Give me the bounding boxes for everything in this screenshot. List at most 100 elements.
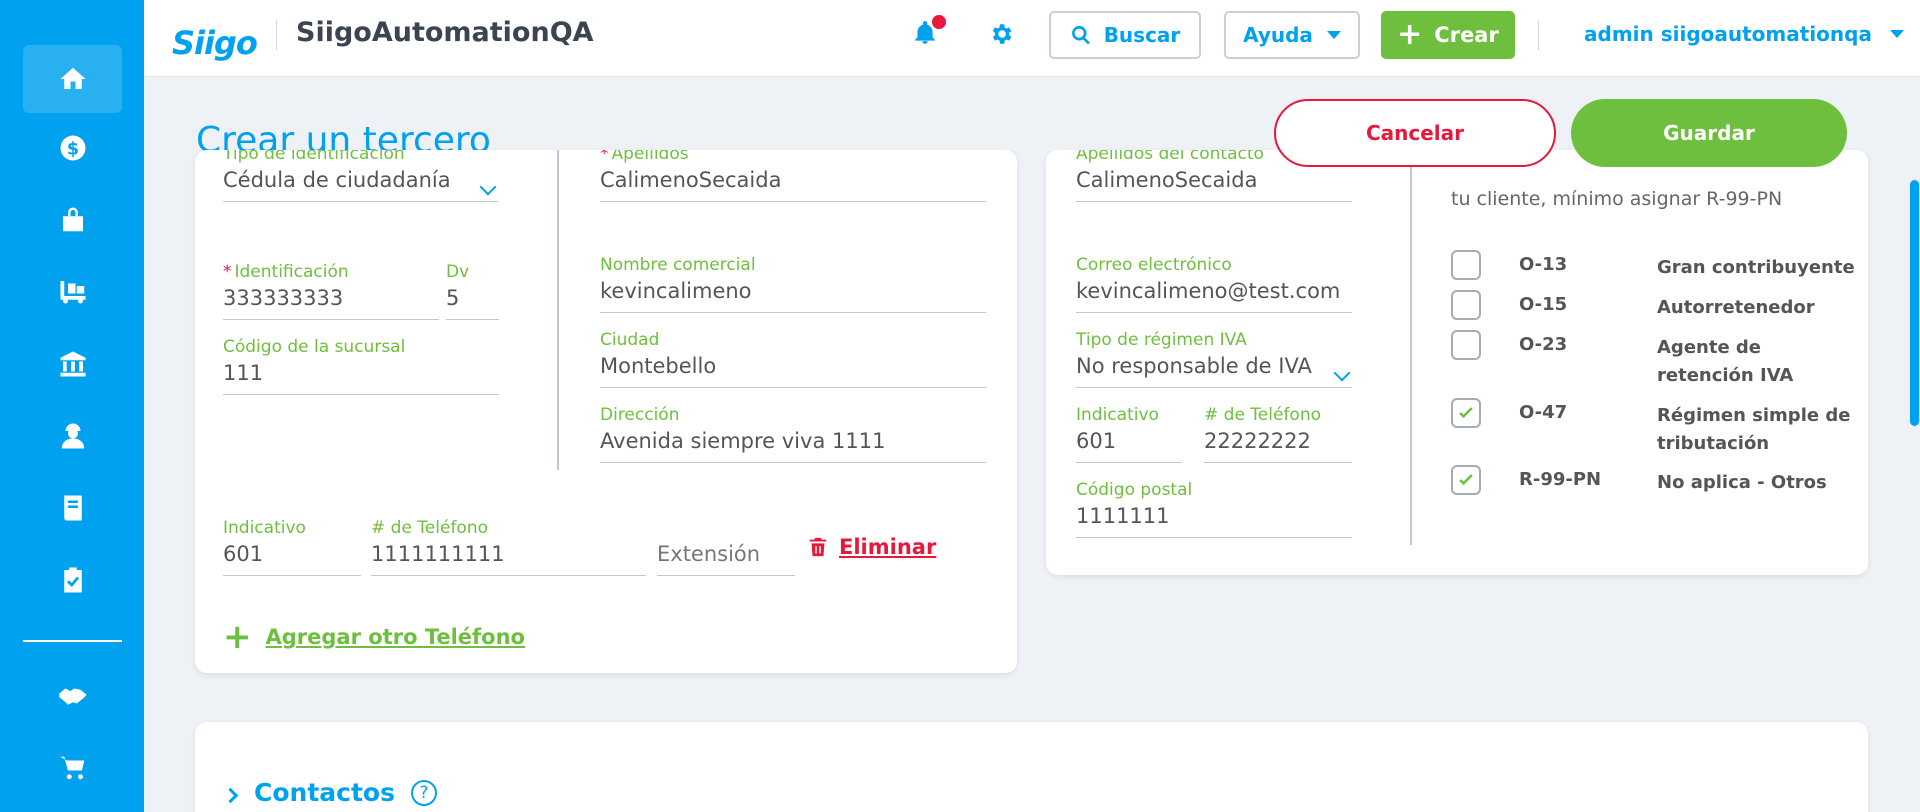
sidebar-item-accounting[interactable] [23,474,122,542]
phone-prefix-field[interactable]: Indicativo 601 [223,518,361,576]
responsibility-checkbox[interactable] [1451,290,1481,320]
responsibility-desc: No aplica - Otros [1657,472,1827,493]
responsibility-code: O-15 [1519,294,1568,315]
cancel-button[interactable]: Cancelar [1274,99,1556,167]
responsibility-checkbox[interactable] [1451,330,1481,360]
phone-prefix-label: Indicativo [223,518,306,538]
sidebar-item-home[interactable] [23,45,122,113]
sidebar-item-sales[interactable] [23,186,122,254]
check-icon [1459,407,1473,419]
responsibility-code: O-13 [1519,254,1568,275]
contact-info-card: Apellidos del contacto CalimenoSecaida C… [1046,150,1868,575]
sidebar-item-reports[interactable] [23,546,122,614]
identification-field[interactable]: * Identificación 333333333 [223,262,439,320]
sidebar-item-inventory[interactable] [23,257,122,325]
search-button[interactable]: Buscar [1049,11,1201,59]
sidebar-item-store[interactable] [23,734,122,802]
user-name: admin siigoautomationqa [1584,22,1872,46]
address-value: Avenida siempre viva 1111 [600,429,986,463]
responsibility-desc: Gran contribuyente [1657,257,1855,278]
branch-code-field[interactable]: Código de la sucursal 111 [223,337,499,395]
phone-number-field[interactable]: # de Teléfono 1111111111 [371,518,646,576]
postal-code-label: Código postal [1076,480,1193,500]
notifications-button[interactable] [912,15,946,50]
sidebar-item-partners[interactable] [23,662,122,730]
home-icon [60,67,85,89]
logo-text: Siigo [172,24,258,62]
chevron-down-icon [1333,364,1351,382]
address-field[interactable]: Dirección Avenida siempre viva 1111 [600,405,986,463]
top-separator [276,20,277,50]
third-party-info-card: Tipo de identificación Cédula de ciudada… [195,150,1017,673]
branch-code-label: Código de la sucursal [223,337,406,357]
last-names-label: * Apellidos [600,150,689,164]
dv-field[interactable]: Dv 5 [446,262,499,320]
responsibility-code: R-99-PN [1519,469,1602,490]
extension-value: Extensión [657,542,795,576]
plus-icon: + [223,617,252,657]
identification-value: 333333333 [223,286,439,320]
contact-phone-number-field[interactable]: # de Teléfono 22222222 [1204,405,1352,463]
vat-regime-value: No responsable de IVA [1076,354,1352,388]
email-field[interactable]: Correo electrónico kevincalimeno@test.co… [1076,255,1352,313]
responsibility-checkbox[interactable] [1451,465,1481,495]
city-field[interactable]: Ciudad Montebello [600,330,986,388]
contacts-section: Contactos ? [195,722,1868,812]
user-menu[interactable]: admin siigoautomationqa [1584,22,1904,46]
sidebar: $ [0,0,144,812]
chevron-down-icon [1889,30,1904,38]
trash-icon [809,537,827,557]
responsibility-checkbox[interactable] [1451,250,1481,280]
worker-icon [61,423,84,449]
sidebar-divider [23,640,122,642]
sidebar-item-banks[interactable] [23,330,122,398]
contact-phone-prefix-field[interactable]: Indicativo 601 [1076,405,1182,463]
siigo-logo[interactable]: Siigo [172,12,258,62]
column-divider [1410,150,1412,545]
save-button[interactable]: Guardar [1571,99,1847,167]
add-phone-button[interactable]: + Agregar otro Teléfono [223,620,525,654]
last-names-field[interactable]: * Apellidos CalimenoSecaida [600,150,986,202]
contacts-toggle[interactable]: Contactos ? [222,778,437,807]
responsibility-code: O-47 [1519,402,1568,423]
add-phone-label: Agregar otro Teléfono [265,625,525,649]
handshake-icon [58,688,87,705]
create-button[interactable]: + Crear [1381,11,1515,59]
vat-regime-select[interactable]: Tipo de régimen IVA No responsable de IV… [1076,330,1352,388]
id-type-select[interactable]: Tipo de identificación Cédula de ciudada… [223,150,498,202]
notification-badge [932,15,946,29]
settings-button[interactable] [988,21,1016,49]
scrollbar-thumb[interactable] [1910,180,1919,426]
svg-text:$: $ [66,139,78,159]
bank-icon [60,351,85,377]
chevron-down-icon [1326,31,1341,39]
sidebar-item-finance[interactable]: $ [23,114,122,182]
last-names-value: CalimenoSecaida [600,168,986,202]
contact-phone-number-value: 22222222 [1204,429,1352,463]
sidebar-item-payroll[interactable] [23,402,122,470]
forklift-icon [60,281,85,304]
phone-number-label: # de Teléfono [371,518,488,538]
extension-field[interactable]: Extensión [657,518,795,576]
responsibility-desc: Agente de retención IVA [1657,337,1794,386]
dollar-icon: $ [60,135,85,161]
phone-number-value: 1111111111 [371,542,646,576]
book-icon [63,495,82,521]
help-dropdown[interactable]: Ayuda [1224,11,1360,59]
shopping-bag-icon [62,207,83,232]
search-icon [1071,25,1090,45]
email-label: Correo electrónico [1076,255,1232,275]
contacts-title: Contactos [254,778,395,807]
column-divider [557,150,559,470]
trade-name-field[interactable]: Nombre comercial kevincalimeno [600,255,986,313]
postal-code-field[interactable]: Código postal 1111111 [1076,480,1352,538]
responsibility-checkbox[interactable] [1451,398,1481,428]
help-icon[interactable]: ? [410,779,437,806]
delete-phone-button[interactable]: Eliminar [807,535,936,559]
responsibility-desc: Autorretenedor [1657,297,1815,318]
dv-value: 5 [446,286,499,320]
id-type-value: Cédula de ciudadanía [223,168,498,202]
top-bar: Siigo SiigoAutomationQA Buscar Ayuda + C… [144,0,1920,77]
postal-code-value: 1111111 [1076,504,1352,538]
phone-prefix-value: 601 [223,542,361,576]
